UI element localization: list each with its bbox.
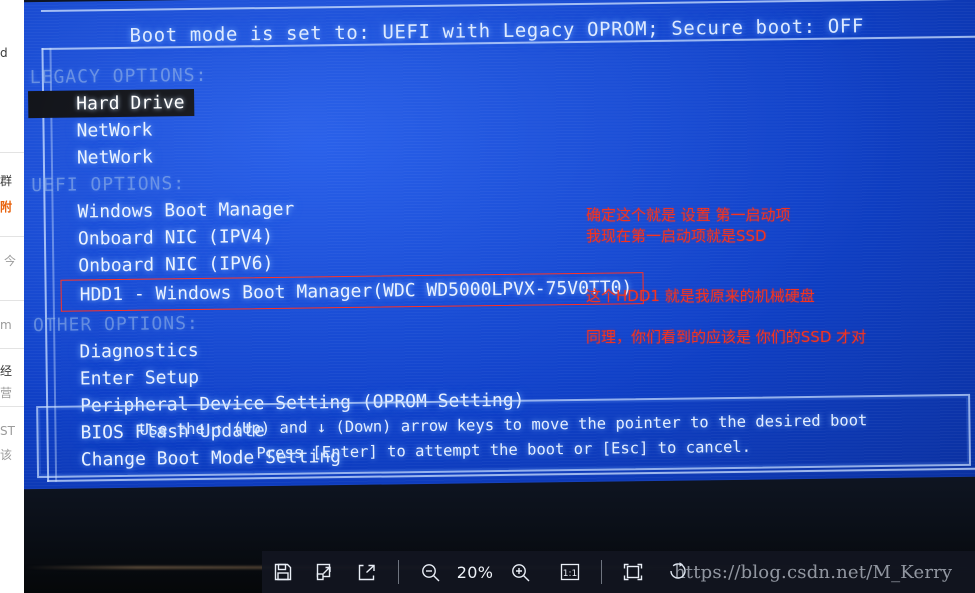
sliver-divider [0, 348, 26, 349]
red-annotation-text: 我现在第一启动项就是SSD [586, 227, 767, 245]
sliver-text-fragment: 经 [0, 364, 13, 378]
sliver-text-fragment: ST [0, 424, 15, 438]
watermark-url: https://blog.csdn.net/M_Kerry [674, 562, 953, 583]
toolbar-divider-1 [398, 560, 399, 584]
background-webpage-sliver: d 群附今 m 经营 ST 该 [0, 0, 26, 527]
sliver-text-fragment: 今 [4, 254, 17, 268]
bios-screen-wrapper: Boot mode is set to: UEFI with Legacy OP… [24, 0, 975, 490]
rotate-icon[interactable] [666, 559, 690, 583]
sliver-divider [0, 406, 26, 407]
toolbar-divider-2 [601, 560, 602, 584]
bios-hint-line-1: Use the ↑ (Up) and ↓ (Down) arrow keys t… [139, 411, 868, 439]
sliver-text-fragment: 群 [0, 174, 13, 188]
zoom-level-label: 20% [456, 562, 494, 582]
bios-menu-item-selected[interactable]: Hard Drive [28, 88, 195, 119]
sliver-text-fragment: m [0, 318, 12, 332]
save-icon[interactable] [262, 551, 304, 593]
sliver-divider [0, 236, 26, 237]
bios-hint-line-2: Press [Enter] to attempt the boot or [Es… [256, 437, 752, 463]
resize-icon[interactable] [304, 551, 346, 593]
image-viewer-toolbar: 20% 1:1 https://blog.csdn.net/M_Kerry [262, 551, 975, 593]
bios-frame-top [40, 0, 975, 12]
sliver-text-fragment: 附 [0, 200, 13, 214]
red-annotation-text: 同理，你们看到的应该是 你们的SSD 才对 [586, 328, 867, 346]
zoom-in-icon[interactable] [499, 551, 541, 593]
share-icon[interactable] [346, 551, 388, 593]
bios-boot-menu-screen: Boot mode is set to: UEFI with Legacy OP… [24, 0, 975, 490]
zoom-out-icon[interactable] [409, 551, 451, 593]
red-annotation-text: 这个HDD1 就是我原来的机械硬盘 [586, 287, 815, 305]
red-annotation-text: 确定这个就是 设置 第一启动项 [586, 206, 791, 224]
monitor-photo: Boot mode is set to: UEFI with Legacy OP… [24, 0, 975, 593]
actual-size-button[interactable]: 1:1 [549, 551, 591, 593]
sliver-text-fragment: 营 [0, 386, 13, 400]
sliver-text-fragment: 该 [0, 448, 13, 462]
sliver-text-fragment: d [0, 46, 8, 60]
sliver-divider [0, 152, 26, 153]
bios-hint-panel: Use the ↑ (Up) and ↓ (Down) arrow keys t… [36, 393, 972, 479]
sliver-divider [0, 300, 26, 301]
svg-text:1:1: 1:1 [563, 569, 577, 579]
background-webpage-sliver-bottom [0, 527, 26, 593]
screenshot-root: d 群附今 m 经营 ST 该 Boot mode is set to: UEFI wit… [0, 0, 975, 593]
fit-to-screen-icon[interactable] [612, 551, 654, 593]
